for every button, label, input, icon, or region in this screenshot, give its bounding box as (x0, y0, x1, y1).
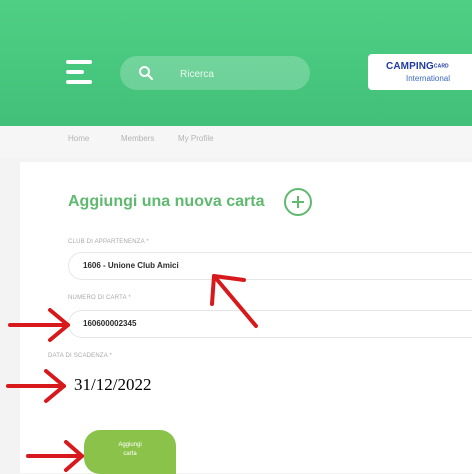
arrow-card-number-annotation (8, 308, 70, 342)
annotation-arrows (6, 274, 258, 472)
arrow-expiry-annotation (6, 369, 66, 403)
arrow-club-annotation (210, 274, 258, 328)
arrow-submit-annotation (26, 440, 84, 472)
